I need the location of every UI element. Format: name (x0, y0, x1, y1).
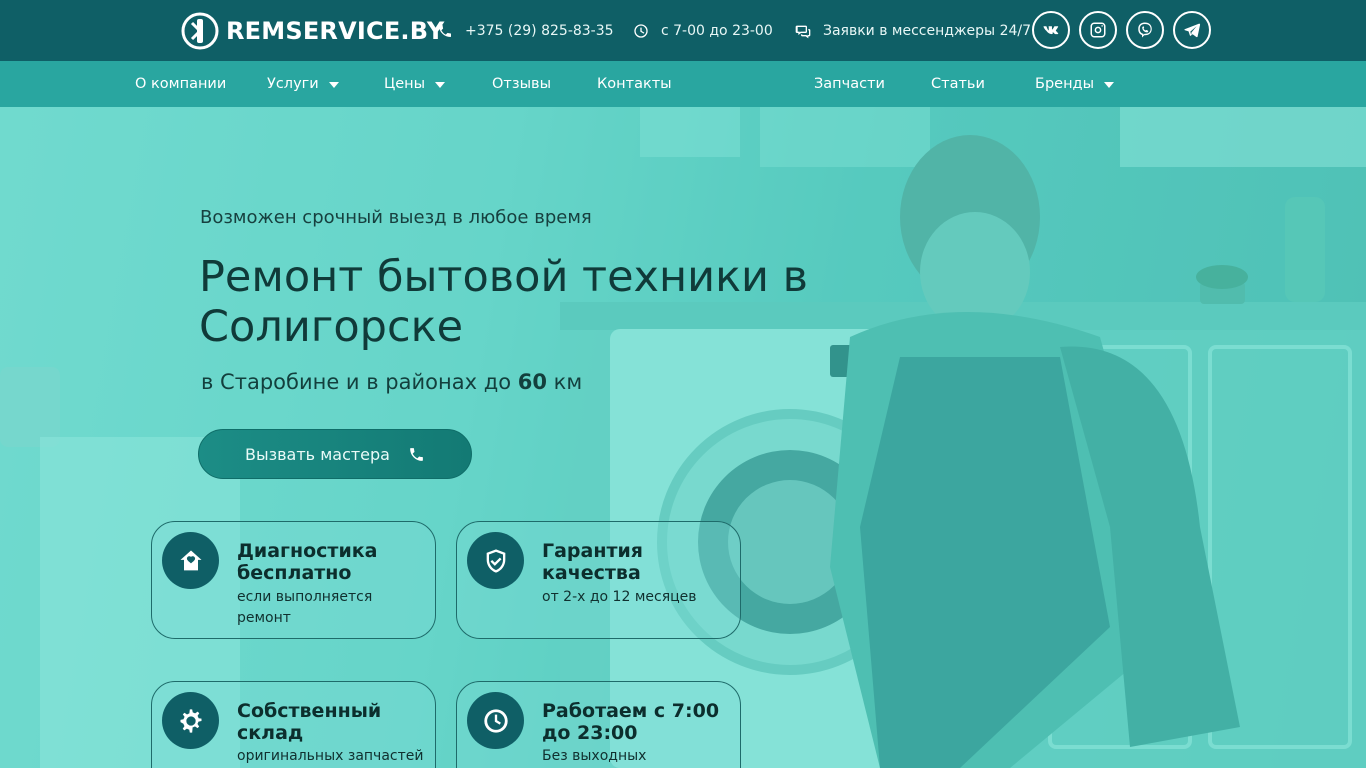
hero-subtitle: в Старобине и в районах до 60 км (201, 370, 582, 394)
nav-item-prices[interactable]: Цены (384, 61, 446, 107)
logo-text: REMSERVICE.BY (226, 17, 445, 45)
feature-title: Работаем с 7:00 до 23:00 (542, 700, 720, 744)
telegram-button[interactable] (1173, 11, 1211, 49)
phone-icon (410, 447, 423, 461)
feature-desc: от 2-х до 12 месяцев (542, 589, 697, 605)
messengers-text: Заявки в мессенджеры 24/7 (823, 23, 1032, 39)
hours-text: с 7-00 до 23-00 (661, 23, 773, 39)
nav-label: Бренды (1035, 76, 1095, 92)
nav-item-articles[interactable]: Статьи (931, 61, 985, 107)
chat-icon (795, 25, 811, 39)
nav-item-contacts[interactable]: Контакты (597, 61, 672, 107)
feature-desc: если выполняется ремонт (237, 589, 373, 626)
instagram-button[interactable] (1079, 11, 1117, 49)
feature-desc: Без выходных (542, 748, 647, 764)
phone-link[interactable]: +375 (29) 825-83-35 (437, 20, 614, 42)
logo-icon (181, 12, 219, 50)
working-hours: с 7-00 до 23-00 (633, 20, 773, 42)
caret-down-icon (435, 82, 446, 88)
page-title: Ремонт бытовой техники в Солигорске (199, 252, 808, 352)
cta-label: Вызвать мастера (245, 444, 390, 464)
caret-down-icon (1104, 82, 1115, 88)
viber-button[interactable] (1126, 11, 1164, 49)
viber-icon (1138, 22, 1152, 38)
nav-item-services[interactable]: Услуги (267, 61, 339, 107)
clock-icon (634, 24, 648, 38)
nav-label: Контакты (597, 76, 672, 92)
nav-item-company[interactable]: О компании (135, 61, 226, 107)
logo[interactable]: REMSERVICE.BY (180, 10, 445, 52)
vk-icon (1043, 26, 1059, 35)
feature-title: Гарантия качества (542, 540, 644, 584)
top-bar: REMSERVICE.BY +375 (29) 825-83-35 с 7-00… (0, 0, 1366, 61)
subtitle-distance: 60 (517, 370, 547, 394)
nav-item-brands[interactable]: Бренды (1035, 61, 1115, 107)
home-icon (162, 532, 219, 589)
feature-desc: оригинальных запчастей (237, 748, 424, 764)
nav-item-reviews[interactable]: Отзывы (492, 61, 551, 107)
phone-icon (439, 25, 451, 37)
call-master-button[interactable]: Вызвать мастера (198, 429, 472, 479)
feature-card-warehouse: Собственный склад оригинальных запчастей (151, 681, 436, 768)
messengers-link[interactable]: Заявки в мессенджеры 24/7 (795, 20, 1031, 42)
hero-kicker: Возможен срочный выезд в любое время (200, 207, 592, 228)
caret-down-icon (328, 82, 339, 88)
gear-icon (162, 692, 219, 749)
subtitle-suffix: км (546, 370, 583, 394)
nav-label: Статьи (931, 76, 985, 92)
feature-title: Диагностика бесплатно (237, 540, 378, 584)
feature-card-hours: Работаем с 7:00 до 23:00 Без выходных (456, 681, 741, 768)
clock-icon (467, 692, 524, 749)
telegram-icon (1184, 23, 1201, 38)
instagram-icon (1090, 22, 1106, 38)
subtitle-prefix: в Старобине и в районах до (201, 370, 518, 394)
main-nav: О компании Услуги Цены Отзывы Контакты З… (0, 61, 1366, 107)
nav-label: Запчасти (814, 76, 885, 92)
nav-label: Услуги (267, 76, 319, 92)
nav-label: Отзывы (492, 76, 552, 92)
feature-card-warranty: Гарантия качества от 2-х до 12 месяцев (456, 521, 741, 639)
nav-label: Цены (384, 76, 426, 92)
feature-title: Собственный склад (237, 700, 382, 744)
shield-check-icon (467, 532, 524, 589)
feature-card-diagnostics: Диагностика бесплатно если выполняется р… (151, 521, 436, 639)
nav-item-parts[interactable]: Запчасти (814, 61, 885, 107)
phone-number: +375 (29) 825-83-35 (465, 23, 614, 39)
vk-button[interactable] (1032, 11, 1070, 49)
nav-label: О компании (135, 76, 227, 92)
